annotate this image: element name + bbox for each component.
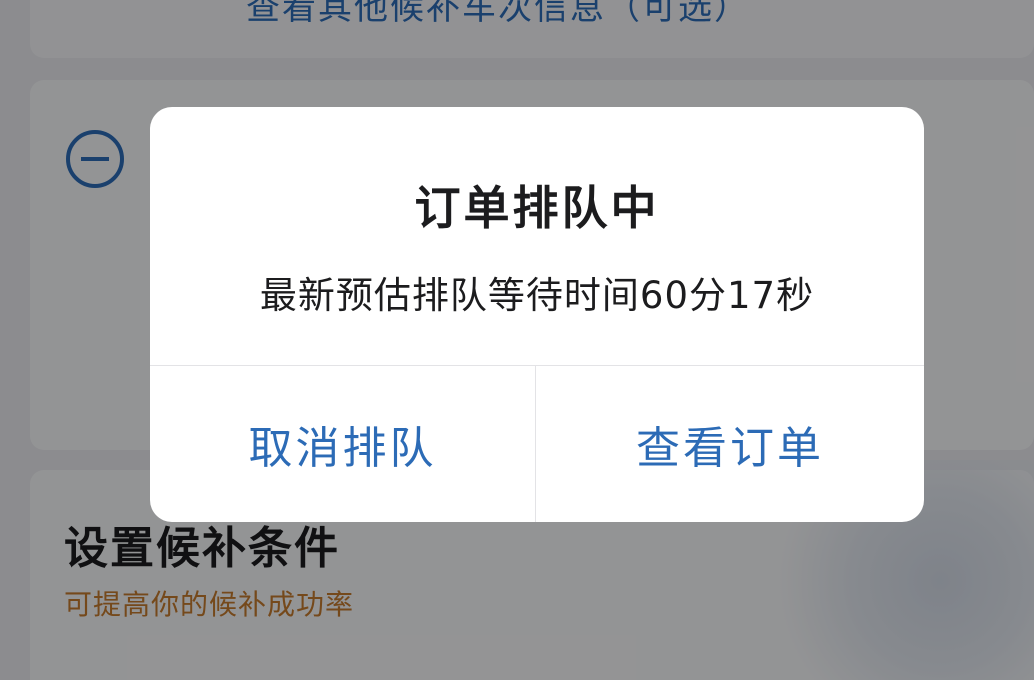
app-screen: 查看其他候补车次信息（可选） 设置候补条件 可提高你的候补成功率 订单排队中 最…	[0, 0, 1034, 680]
view-order-button[interactable]: 查看订单	[536, 366, 924, 522]
cancel-queue-button[interactable]: 取消排队	[150, 366, 535, 522]
dialog-title: 订单排队中	[414, 181, 660, 235]
dialog-message: 最新预估排队等待时间60分17秒	[259, 274, 815, 317]
queue-dialog: 订单排队中 最新预估排队等待时间60分17秒 取消排队 查看订单	[150, 107, 924, 522]
